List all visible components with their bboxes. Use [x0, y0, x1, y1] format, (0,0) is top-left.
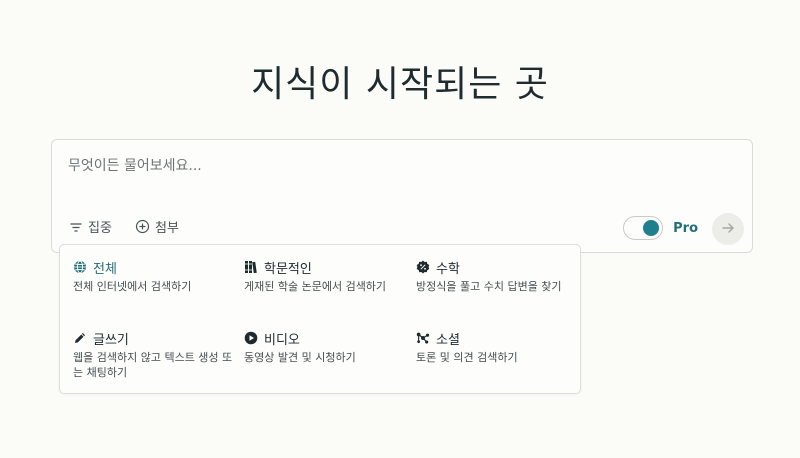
- pencil-icon: [73, 331, 87, 345]
- focus-option-description: 방정식을 풀고 수치 답변을 찾기: [416, 280, 562, 293]
- focus-menu: 전체 전체 인터넷에서 검색하기 학문적인 게재된 학술 논문에서 검색하기 수…: [59, 244, 581, 394]
- percent-badge-icon: [416, 260, 430, 274]
- pro-toggle[interactable]: [623, 216, 664, 240]
- focus-option-label: 전체: [93, 261, 117, 277]
- focus-option-all[interactable]: 전체 전체 인터넷에서 검색하기: [73, 258, 241, 294]
- focus-option-math[interactable]: 수학 방정식을 풀고 수치 답변을 찾기: [416, 258, 584, 294]
- focus-option-video[interactable]: 비디오 동영상 발견 및 시청하기: [244, 329, 412, 365]
- arrow-right-icon: [721, 220, 735, 239]
- pro-label: Pro: [673, 220, 698, 236]
- focus-option-writing[interactable]: 글쓰기 웹을 검색하지 않고 텍스트 생성 또는 채팅하기: [73, 329, 241, 380]
- focus-option-label: 학문적인: [264, 261, 312, 277]
- pro-toggle-group: Pro: [623, 216, 698, 240]
- focus-option-description: 동영상 발견 및 시청하기: [244, 351, 356, 364]
- focus-option-description: 게재된 학술 논문에서 검색하기: [244, 280, 387, 293]
- attach-button[interactable]: 첨부: [135, 217, 179, 236]
- toggle-knob: [643, 220, 660, 236]
- focus-option-label: 비디오: [264, 332, 300, 348]
- focus-option-academic[interactable]: 학문적인 게재된 학술 논문에서 검색하기: [244, 258, 412, 294]
- search-input[interactable]: [68, 158, 728, 174]
- focus-option-description: 웹을 검색하지 않고 텍스트 생성 또는 채팅하기: [73, 351, 233, 379]
- page-title: 지식이 시작되는 곳: [251, 64, 549, 105]
- filter-icon: [69, 220, 83, 234]
- play-circle-icon: [244, 331, 258, 345]
- focus-option-description: 전체 인터넷에서 검색하기: [73, 280, 192, 293]
- focus-label: 집중: [88, 221, 112, 236]
- books-icon: [244, 260, 258, 274]
- globe-icon: [73, 260, 87, 274]
- focus-button[interactable]: 집중: [69, 217, 112, 236]
- focus-option-description: 토론 및 의견 검색하기: [416, 351, 518, 364]
- submit-button[interactable]: [712, 213, 744, 245]
- attach-label: 첨부: [155, 221, 179, 236]
- focus-option-label: 수학: [436, 261, 460, 277]
- search-box: 집중 첨부 Pro: [51, 139, 753, 253]
- focus-option-label: 글쓰기: [93, 332, 129, 348]
- network-icon: [416, 331, 430, 345]
- focus-option-label: 소셜: [436, 332, 460, 348]
- focus-option-social[interactable]: 소셜 토론 및 의견 검색하기: [416, 329, 584, 365]
- plus-circle-icon: [135, 219, 150, 234]
